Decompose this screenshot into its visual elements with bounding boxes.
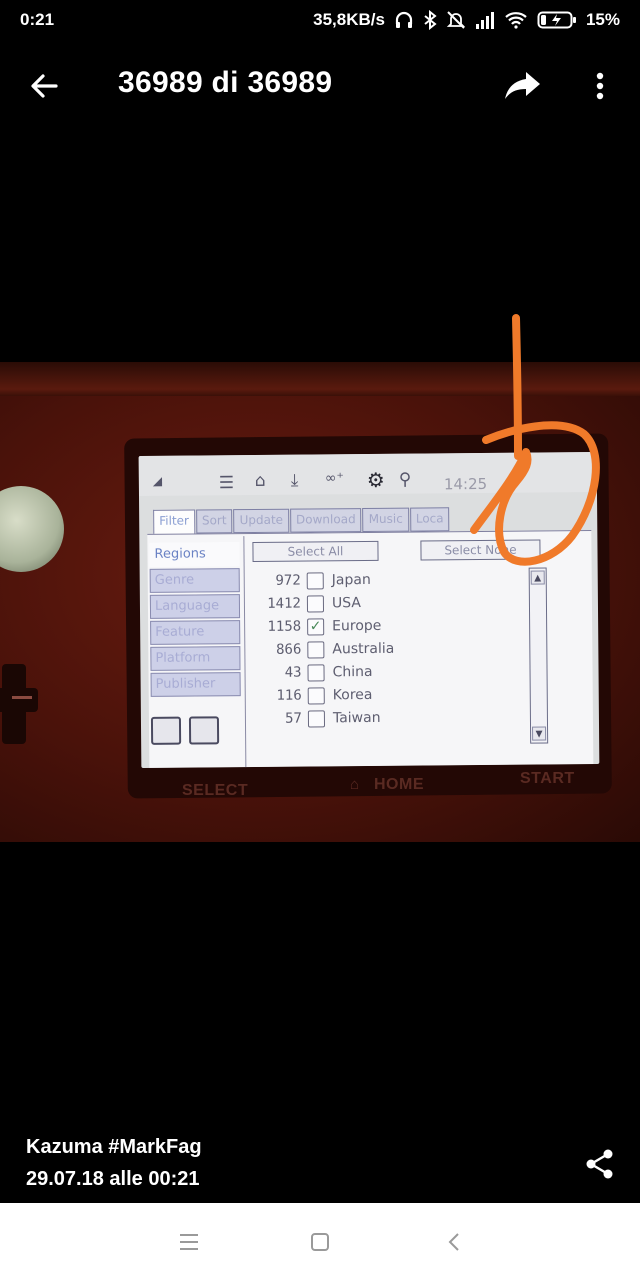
list-item: 43 China <box>284 663 373 682</box>
search-icon: ⚲ <box>398 469 412 490</box>
list-item: 972 Japan <box>275 571 371 590</box>
dpad-horizontal <box>0 688 38 712</box>
tab-download: Download <box>289 508 362 533</box>
list-icon: ☰ <box>218 473 235 494</box>
share-button[interactable] <box>584 1148 616 1180</box>
checkbox <box>307 686 325 705</box>
menu-icon <box>180 1234 198 1250</box>
headphones-icon <box>395 11 413 28</box>
scroll-down-icon: ▼ <box>532 726 547 741</box>
console-hinge <box>0 362 640 396</box>
sidebar-item-platform: Platform <box>150 646 241 671</box>
scrollbar: ▲ ▼ <box>528 567 549 744</box>
trash-icon <box>188 716 220 745</box>
back-button[interactable] <box>26 68 62 104</box>
bluetooth-icon <box>424 10 437 30</box>
signal-icon <box>475 12 494 29</box>
sidebar-item-language: Language <box>149 594 241 619</box>
list-item: 1412 USA <box>267 594 361 613</box>
back-chevron-icon <box>448 1233 459 1251</box>
photo-counter: 36989 di 36989 <box>118 66 333 99</box>
share-forward-button[interactable] <box>502 66 544 106</box>
device-topbar: ◢ ☰ ⌂ ⤓ ∞⁺ ⚙ ⚲ 14:25 <box>138 452 597 497</box>
sidebar-item-genre: Genre <box>149 568 240 593</box>
checkbox <box>306 594 325 613</box>
download-icon: ⤓ <box>290 470 299 491</box>
more-options-button[interactable] <box>588 68 612 104</box>
mute-icon <box>446 11 466 29</box>
back-arrow-icon <box>31 74 58 98</box>
system-nav-bar <box>0 1203 640 1280</box>
home-label: HOME <box>374 776 424 793</box>
share-icon <box>586 1149 613 1179</box>
app-bar: 36989 di 36989 <box>0 52 640 116</box>
caption-date: 29.07.18 alle 00:21 <box>26 1168 200 1190</box>
shop-icon: ⌂ <box>254 470 266 491</box>
back-nav-button[interactable] <box>444 1231 466 1253</box>
select-all-button: Select All <box>252 540 379 563</box>
checkbox <box>307 709 326 728</box>
save-icon <box>150 716 182 745</box>
list-item: 1158 ✓ Europe <box>267 617 382 636</box>
dpad-accent <box>12 696 32 699</box>
gear-icon: ⚙ <box>366 467 385 493</box>
device-tabs: Filter Sort Update Download Music Loca <box>153 507 451 538</box>
checkbox-checked: ✓ <box>307 617 325 636</box>
scroll-up-icon: ▲ <box>530 570 545 585</box>
status-bar: 0:21 35,8KB/s 15% <box>0 0 640 40</box>
battery-charging-icon <box>537 11 576 29</box>
tab-update: Update <box>233 508 290 534</box>
share-forward-icon <box>505 72 540 99</box>
device-clock: 14:25 <box>443 474 488 494</box>
more-vert-icon <box>596 72 604 100</box>
checkbox <box>307 640 325 659</box>
filter-panel: Regions Genre Language Feature Platform … <box>147 530 594 768</box>
list-item: 57 Taiwan <box>285 709 381 728</box>
home-button[interactable] <box>309 1231 331 1253</box>
console-body: ◢ ☰ ⌂ ⤓ ∞⁺ ⚙ ⚲ 14:25 Filter Sort Update … <box>0 396 640 842</box>
filter-sidebar: Regions Genre Language Feature Platform … <box>149 542 241 699</box>
select-label: SELECT <box>182 782 249 799</box>
checkbox <box>306 571 324 590</box>
start-label: START <box>520 770 575 787</box>
select-none-button: Select None <box>420 539 541 561</box>
battery-percent: 15% <box>585 10 620 29</box>
tab-sort: Sort <box>195 509 233 534</box>
sidebar-item-regions: Regions <box>149 542 240 567</box>
status-time: 0:21 <box>20 10 55 29</box>
link-icon: ∞⁺ <box>324 470 344 487</box>
photo-viewer-image[interactable]: ◢ ☰ ⌂ ⤓ ∞⁺ ⚙ ⚲ 14:25 Filter Sort Update … <box>0 362 640 842</box>
list-item: 866 Australia <box>275 640 395 659</box>
checkbox <box>307 663 325 682</box>
sidebar-item-feature: Feature <box>150 620 241 645</box>
tab-location: Loca <box>409 507 450 532</box>
home-icon: ⌂ <box>350 776 360 793</box>
menu-button[interactable] <box>178 1231 200 1253</box>
wifi-icon <box>505 12 527 29</box>
sidebar-item-publisher: Publisher <box>150 672 241 697</box>
status-icons: 35,8KB/s 15% <box>313 10 620 30</box>
home-square-icon <box>311 1233 329 1251</box>
list-item: 116 Korea <box>276 686 373 705</box>
tab-music: Music <box>362 507 409 533</box>
region-list: Select All Select None 972 Japan 1412 USA … <box>243 533 586 768</box>
net-speed: 35,8KB/s <box>313 10 385 29</box>
circle-pad <box>0 486 64 572</box>
signal-corner-icon: ◢ <box>152 473 163 488</box>
device-screen: ◢ ☰ ⌂ ⤓ ∞⁺ ⚙ ⚲ 14:25 Filter Sort Update … <box>138 452 600 768</box>
caption-author: Kazuma #MarkFag <box>26 1136 202 1158</box>
